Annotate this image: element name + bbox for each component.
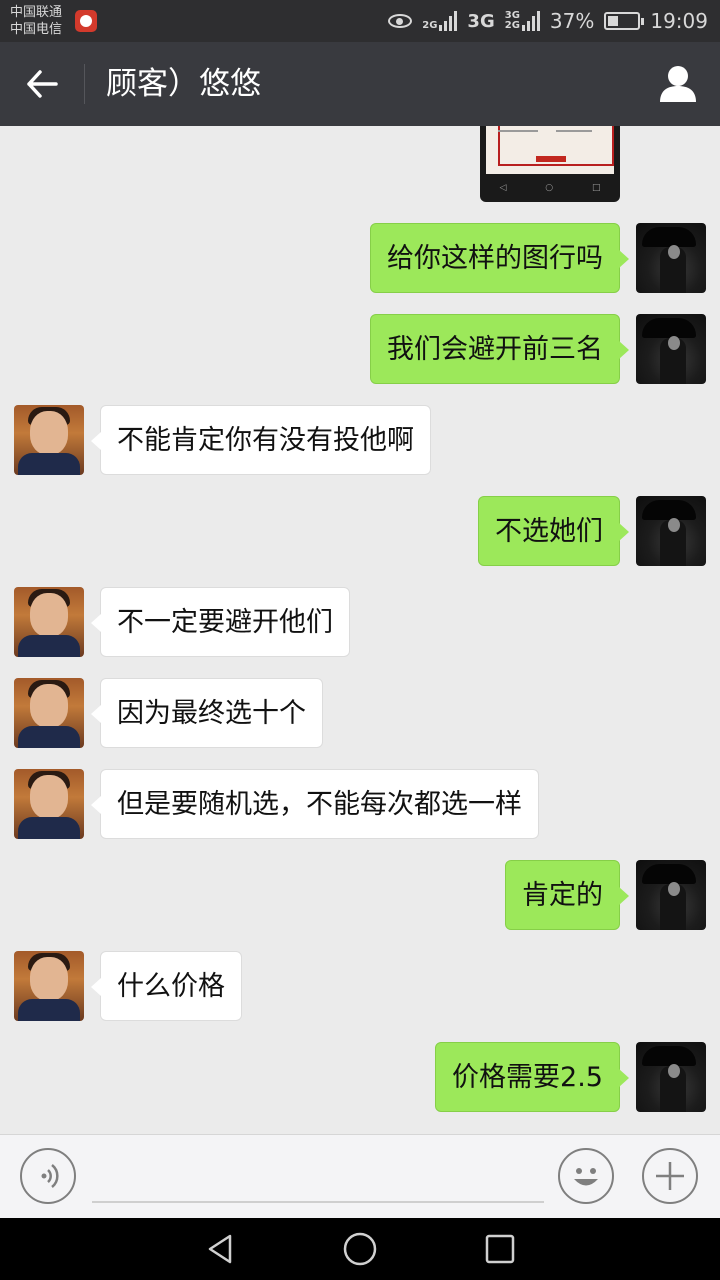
received-message: 不一定要避开他们: [14, 587, 350, 657]
square-recents-icon: [485, 1234, 515, 1264]
carrier-info: 中国联通 中国电信: [10, 4, 62, 38]
nav-back-button[interactable]: [200, 1229, 240, 1269]
received-message: 什么价格: [14, 951, 242, 1021]
contact-avatar[interactable]: [14, 587, 84, 657]
signal-bars-icon: [439, 11, 458, 31]
signal-2g: 2G: [422, 11, 458, 31]
my-avatar[interactable]: [636, 496, 706, 566]
battery-icon: [604, 12, 645, 30]
system-nav-bar: [0, 1218, 720, 1280]
triangle-back-icon: [208, 1234, 232, 1264]
status-bar: 中国联通 中国电信 2G 3G 3G 2G 37% 19:09: [0, 0, 720, 42]
sent-message: 给你这样的图行吗: [370, 223, 706, 293]
carrier-1: 中国联通: [10, 5, 63, 20]
nav-home-button[interactable]: [340, 1229, 380, 1269]
my-avatar[interactable]: [636, 314, 706, 384]
battery-level: [608, 16, 619, 26]
message-bubble[interactable]: 不一定要避开他们: [91, 587, 350, 657]
person-icon: [660, 66, 696, 102]
received-message: 但是要随机选，不能每次都选一样: [14, 769, 539, 839]
app-notification-icon: [75, 10, 97, 32]
image-recent-icon: □: [592, 183, 601, 193]
received-message: 因为最终选十个: [14, 678, 323, 748]
my-avatar[interactable]: [636, 223, 706, 293]
message-bubble[interactable]: 我们会避开前三名: [370, 314, 629, 384]
message-bubble[interactable]: 因为最终选十个: [91, 678, 323, 748]
image-message[interactable]: ◁ ○ □: [480, 126, 620, 202]
clock: 19:09: [650, 9, 708, 33]
message-input[interactable]: [92, 1153, 544, 1203]
message-bubble[interactable]: 肯定的: [505, 860, 629, 930]
sent-message: 价格需要2.5: [435, 1042, 706, 1112]
sent-message: 肯定的: [505, 860, 706, 930]
image-home-icon: ○: [545, 183, 554, 193]
contact-avatar[interactable]: [14, 678, 84, 748]
voice-icon: [41, 1164, 59, 1188]
image-thumbnail: [486, 126, 614, 174]
message-list[interactable]: ◁ ○ □ 给你这样的图行吗 我们会避开前三名不能肯定你有没有投他啊 不选她们不一定…: [0, 126, 720, 1134]
nav-recents-button[interactable]: [480, 1229, 520, 1269]
eye-comfort-icon: [388, 14, 413, 28]
emoji-icon: [574, 1168, 598, 1186]
message-bubble[interactable]: 不选她们: [478, 496, 629, 566]
net-2g-label: 2G: [422, 20, 438, 31]
chat-title: 顾客）悠悠: [106, 66, 261, 102]
message-bubble[interactable]: 不能肯定你有没有投他啊: [91, 405, 431, 475]
header-divider: [84, 64, 85, 104]
my-avatar[interactable]: [636, 860, 706, 930]
contact-avatar[interactable]: [14, 405, 84, 475]
battery-percent: 37%: [549, 9, 595, 33]
arrow-left-icon: [27, 70, 58, 98]
carrier-2: 中国电信: [10, 22, 63, 37]
contact-avatar[interactable]: [14, 769, 84, 839]
message-bubble[interactable]: 但是要随机选，不能每次都选一样: [91, 769, 539, 839]
input-bar: [0, 1134, 720, 1218]
message-bubble[interactable]: 什么价格: [91, 951, 242, 1021]
image-nav-bar: ◁ ○ □: [480, 178, 620, 198]
received-message: 不能肯定你有没有投他啊: [14, 405, 431, 475]
chat-info-button[interactable]: [656, 62, 700, 106]
plus-icon: [656, 1162, 684, 1190]
image-back-icon: ◁: [499, 183, 507, 193]
emoji-button[interactable]: [558, 1148, 614, 1204]
back-button[interactable]: [20, 62, 64, 106]
my-avatar[interactable]: [636, 1042, 706, 1112]
status-indicators: 2G 3G 3G 2G 37% 19:09: [388, 0, 708, 42]
more-options-button[interactable]: [642, 1148, 698, 1204]
signal-3g2g: 3G 2G: [505, 11, 540, 31]
chat-header: 顾客）悠悠: [0, 42, 720, 126]
signal-bars-icon: [521, 11, 540, 31]
message-bubble[interactable]: 价格需要2.5: [435, 1042, 629, 1112]
sent-message: 我们会避开前三名: [370, 314, 706, 384]
sent-message: 不选她们: [478, 496, 706, 566]
net-2g-small-label: 2G: [504, 20, 520, 31]
circle-home-icon: [343, 1232, 377, 1266]
contact-avatar[interactable]: [14, 951, 84, 1021]
voice-button[interactable]: [20, 1148, 76, 1204]
net-3g-label: 3G: [467, 10, 495, 32]
message-bubble[interactable]: 给你这样的图行吗: [370, 223, 629, 293]
